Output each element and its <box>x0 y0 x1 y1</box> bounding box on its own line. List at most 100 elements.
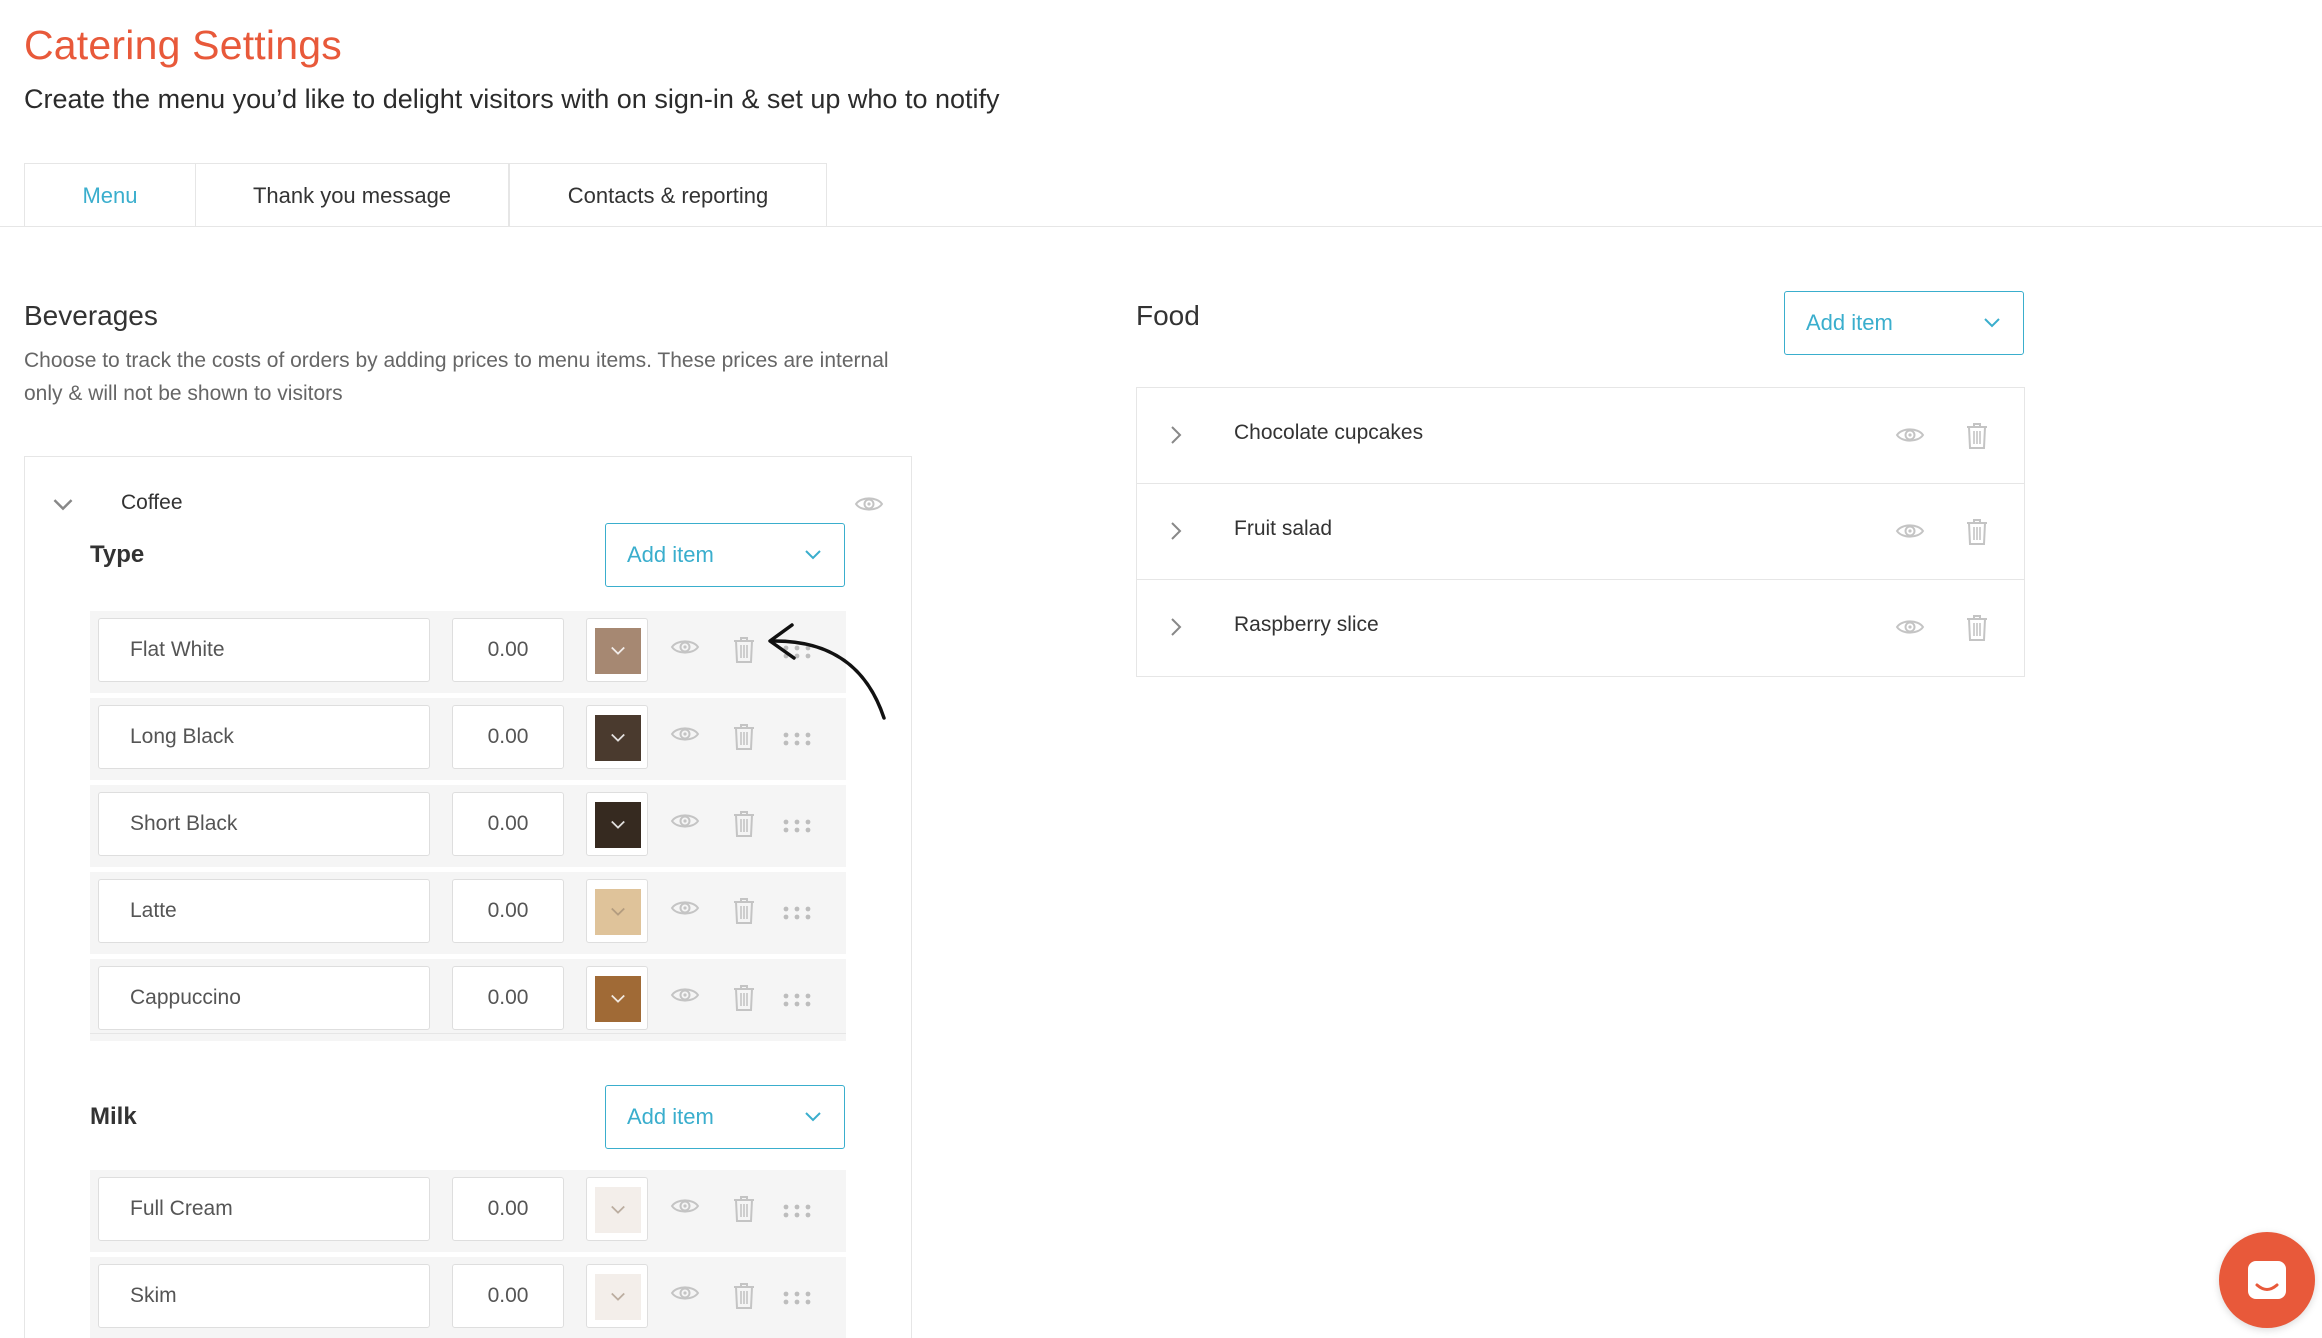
type-group-label: Type <box>90 541 145 568</box>
trash-icon[interactable] <box>732 984 756 1012</box>
food-title: Food <box>1136 300 1200 331</box>
chevron-down-icon <box>804 546 822 564</box>
chevron-right-icon[interactable] <box>1169 616 1183 638</box>
item-name-input[interactable]: Cappuccino <box>98 966 430 1030</box>
chevron-down-icon <box>610 991 626 1007</box>
food-list: Chocolate cupcakes Fruit salad Raspberry s… <box>1136 387 2025 677</box>
eye-icon[interactable] <box>670 1196 700 1216</box>
eye-icon[interactable] <box>670 985 700 1005</box>
item-name-input[interactable]: Latte <box>98 879 430 943</box>
color-picker-dropdown[interactable] <box>586 1177 648 1241</box>
item-name-input[interactable]: Flat White <box>98 618 430 682</box>
eye-icon[interactable] <box>670 898 700 918</box>
color-picker-dropdown[interactable] <box>586 618 648 682</box>
add-food-item-button[interactable]: Add item <box>1784 291 2024 355</box>
item-price-input[interactable]: 0.00 <box>452 879 564 943</box>
page-subtitle: Create the menu you’d like to delight vi… <box>24 84 1000 114</box>
color-swatch <box>595 628 641 674</box>
color-picker-dropdown[interactable] <box>586 1264 648 1328</box>
menu-item-row: Cappuccino 0.00 <box>90 959 846 1041</box>
beverages-title: Beverages <box>24 300 158 331</box>
drag-handle-icon[interactable] <box>783 993 811 1007</box>
color-swatch <box>595 1274 641 1320</box>
color-swatch <box>595 889 641 935</box>
item-price-input[interactable]: 0.00 <box>452 1264 564 1328</box>
trash-icon[interactable] <box>732 636 756 664</box>
food-item-row[interactable]: Raspberry slice <box>1137 580 2024 676</box>
drag-handle-icon[interactable] <box>783 1291 811 1305</box>
chevron-down-icon <box>610 1202 626 1218</box>
add-milk-item-button[interactable]: Add item <box>605 1085 845 1149</box>
tab-divider <box>0 226 2322 227</box>
item-name-input[interactable]: Full Cream <box>98 1177 430 1241</box>
food-item-label: Fruit salad <box>1234 517 1333 540</box>
food-item-row[interactable]: Fruit salad <box>1137 484 2024 580</box>
color-swatch <box>595 1187 641 1233</box>
item-price-input[interactable]: 0.00 <box>452 1177 564 1241</box>
chevron-right-icon[interactable] <box>1169 520 1183 542</box>
item-name-input[interactable]: Short Black <box>98 792 430 856</box>
eye-icon[interactable] <box>1895 425 1925 445</box>
trash-icon[interactable] <box>732 723 756 751</box>
trash-icon[interactable] <box>732 897 756 925</box>
chevron-down-icon <box>804 1108 822 1126</box>
chevron-down-icon <box>610 730 626 746</box>
eye-icon[interactable] <box>1895 521 1925 541</box>
item-price-input[interactable]: 0.00 <box>452 792 564 856</box>
food-item-label: Chocolate cupcakes <box>1234 421 1424 444</box>
annotation-arrow-icon <box>768 623 886 720</box>
food-item-row[interactable]: Chocolate cupcakes <box>1137 388 2024 484</box>
chevron-right-icon[interactable] <box>1169 424 1183 446</box>
item-price-input[interactable]: 0.00 <box>452 705 564 769</box>
chevron-down-icon <box>1983 314 2001 332</box>
drag-handle-icon[interactable] <box>783 1204 811 1218</box>
item-name-input[interactable]: Skim <box>98 1264 430 1328</box>
trash-icon[interactable] <box>1965 614 1989 642</box>
coffee-category-label: Coffee <box>121 491 183 514</box>
color-swatch <box>595 802 641 848</box>
eye-icon[interactable] <box>1895 617 1925 637</box>
color-swatch <box>595 976 641 1022</box>
drag-handle-icon[interactable] <box>783 732 811 746</box>
add-item-label: Add item <box>627 542 714 567</box>
color-swatch <box>595 715 641 761</box>
chevron-down-icon <box>610 817 626 833</box>
add-type-item-button[interactable]: Add item <box>605 523 845 587</box>
eye-icon[interactable] <box>670 1283 700 1303</box>
trash-icon[interactable] <box>732 810 756 838</box>
trash-icon[interactable] <box>1965 518 1989 546</box>
menu-item-row: Skim 0.00 <box>90 1257 846 1338</box>
eye-icon[interactable] <box>854 494 884 514</box>
menu-item-row: Flat White 0.00 <box>90 611 846 693</box>
color-picker-dropdown[interactable] <box>586 966 648 1030</box>
chevron-down-icon <box>610 1289 626 1305</box>
drag-handle-icon[interactable] <box>783 906 811 920</box>
tab-menu[interactable]: Menu <box>24 163 195 227</box>
tab-thank-you-message[interactable]: Thank you message <box>195 163 509 227</box>
chat-icon <box>2248 1261 2286 1299</box>
item-name-input[interactable]: Long Black <box>98 705 430 769</box>
trash-icon[interactable] <box>732 1195 756 1223</box>
add-item-label: Add item <box>627 1104 714 1129</box>
trash-icon[interactable] <box>732 1282 756 1310</box>
menu-item-row: Latte 0.00 <box>90 872 846 954</box>
milk-group-label: Milk <box>90 1103 137 1130</box>
item-price-input[interactable]: 0.00 <box>452 966 564 1030</box>
eye-icon[interactable] <box>670 811 700 831</box>
color-picker-dropdown[interactable] <box>586 705 648 769</box>
collapse-chevron-icon[interactable] <box>52 494 74 516</box>
divider <box>90 1033 846 1034</box>
eye-icon[interactable] <box>670 724 700 744</box>
page-title: Catering Settings <box>24 22 342 68</box>
color-picker-dropdown[interactable] <box>586 792 648 856</box>
chat-launcher-button[interactable] <box>2219 1232 2315 1328</box>
trash-icon[interactable] <box>1965 422 1989 450</box>
item-price-input[interactable]: 0.00 <box>452 618 564 682</box>
eye-icon[interactable] <box>670 637 700 657</box>
chevron-down-icon <box>610 904 626 920</box>
drag-handle-icon[interactable] <box>783 819 811 833</box>
beverages-description: Choose to track the costs of orders by a… <box>24 349 889 405</box>
color-picker-dropdown[interactable] <box>586 879 648 943</box>
tab-contacts-reporting[interactable]: Contacts & reporting <box>509 163 827 227</box>
food-item-label: Raspberry slice <box>1234 613 1379 636</box>
